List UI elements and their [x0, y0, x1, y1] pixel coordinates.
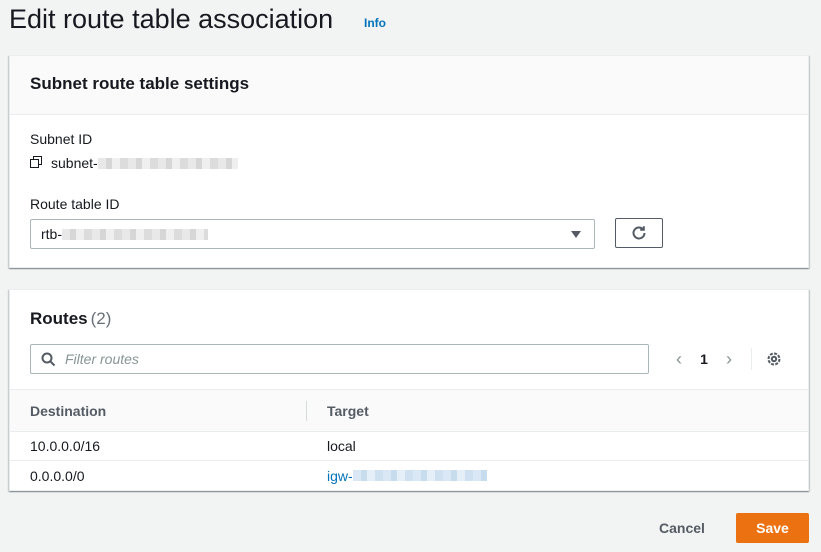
route-target-cell: igw-	[307, 468, 487, 484]
redacted-route-table-id	[62, 228, 208, 240]
pager-divider	[751, 348, 752, 370]
routes-count: (2)	[90, 309, 112, 328]
subnet-id-value: subnet-	[30, 155, 238, 171]
redacted-igw-id	[352, 470, 487, 481]
table-row: 10.0.0.0/16 local	[10, 432, 808, 461]
save-button[interactable]: Save	[736, 513, 809, 543]
route-table-id-label: Route table ID	[30, 196, 120, 212]
subnet-route-table-settings-panel: Subnet route table settings Subnet ID su…	[9, 55, 809, 268]
caret-down-icon	[571, 231, 581, 238]
page-title: Edit route table association	[9, 4, 334, 34]
route-table-select[interactable]: rtb-	[30, 219, 595, 249]
filter-routes-input[interactable]	[65, 351, 625, 367]
subnet-id-label: Subnet ID	[30, 131, 93, 147]
routes-table: Destination Target 10.0.0.0/16 local 0.0…	[10, 389, 808, 490]
route-target: local	[327, 438, 356, 454]
pagination: ‹ 1 ›	[667, 348, 784, 370]
routes-title: Routes (2)	[30, 309, 111, 329]
chevron-left-icon[interactable]: ‹	[667, 349, 691, 370]
column-header-target[interactable]: Target	[307, 403, 369, 419]
settings-panel-title: Subnet route table settings	[30, 74, 250, 93]
filter-routes-field[interactable]	[30, 344, 649, 374]
routes-panel: Routes(2) ‹ 1 › Destination Target 10.0.…	[9, 289, 809, 491]
table-row: 0.0.0.0/0 igw-	[10, 461, 808, 490]
refresh-icon	[632, 226, 646, 240]
cancel-button[interactable]: Cancel	[646, 513, 718, 543]
routes-title-text: Routes	[30, 309, 88, 328]
subnet-id-text: subnet-	[51, 155, 98, 171]
routes-table-header: Destination Target	[10, 389, 808, 432]
chevron-right-icon[interactable]: ›	[717, 349, 741, 370]
route-target-link-text: igw-	[327, 467, 353, 484]
route-target-link[interactable]: igw-	[327, 468, 487, 484]
search-icon	[41, 352, 56, 366]
info-link[interactable]: Info	[364, 16, 386, 30]
column-header-destination[interactable]: Destination	[10, 400, 307, 421]
settings-panel-header: Subnet route table settings	[10, 56, 808, 115]
route-destination: 10.0.0.0/16	[30, 438, 101, 454]
gear-icon[interactable]	[764, 349, 784, 369]
current-page-number[interactable]: 1	[691, 351, 717, 367]
route-destination: 0.0.0.0/0	[30, 467, 85, 484]
copy-icon[interactable]	[30, 156, 44, 170]
refresh-button[interactable]	[615, 218, 663, 248]
route-table-select-value: rtb-	[41, 226, 62, 242]
redacted-subnet-id	[97, 157, 238, 169]
